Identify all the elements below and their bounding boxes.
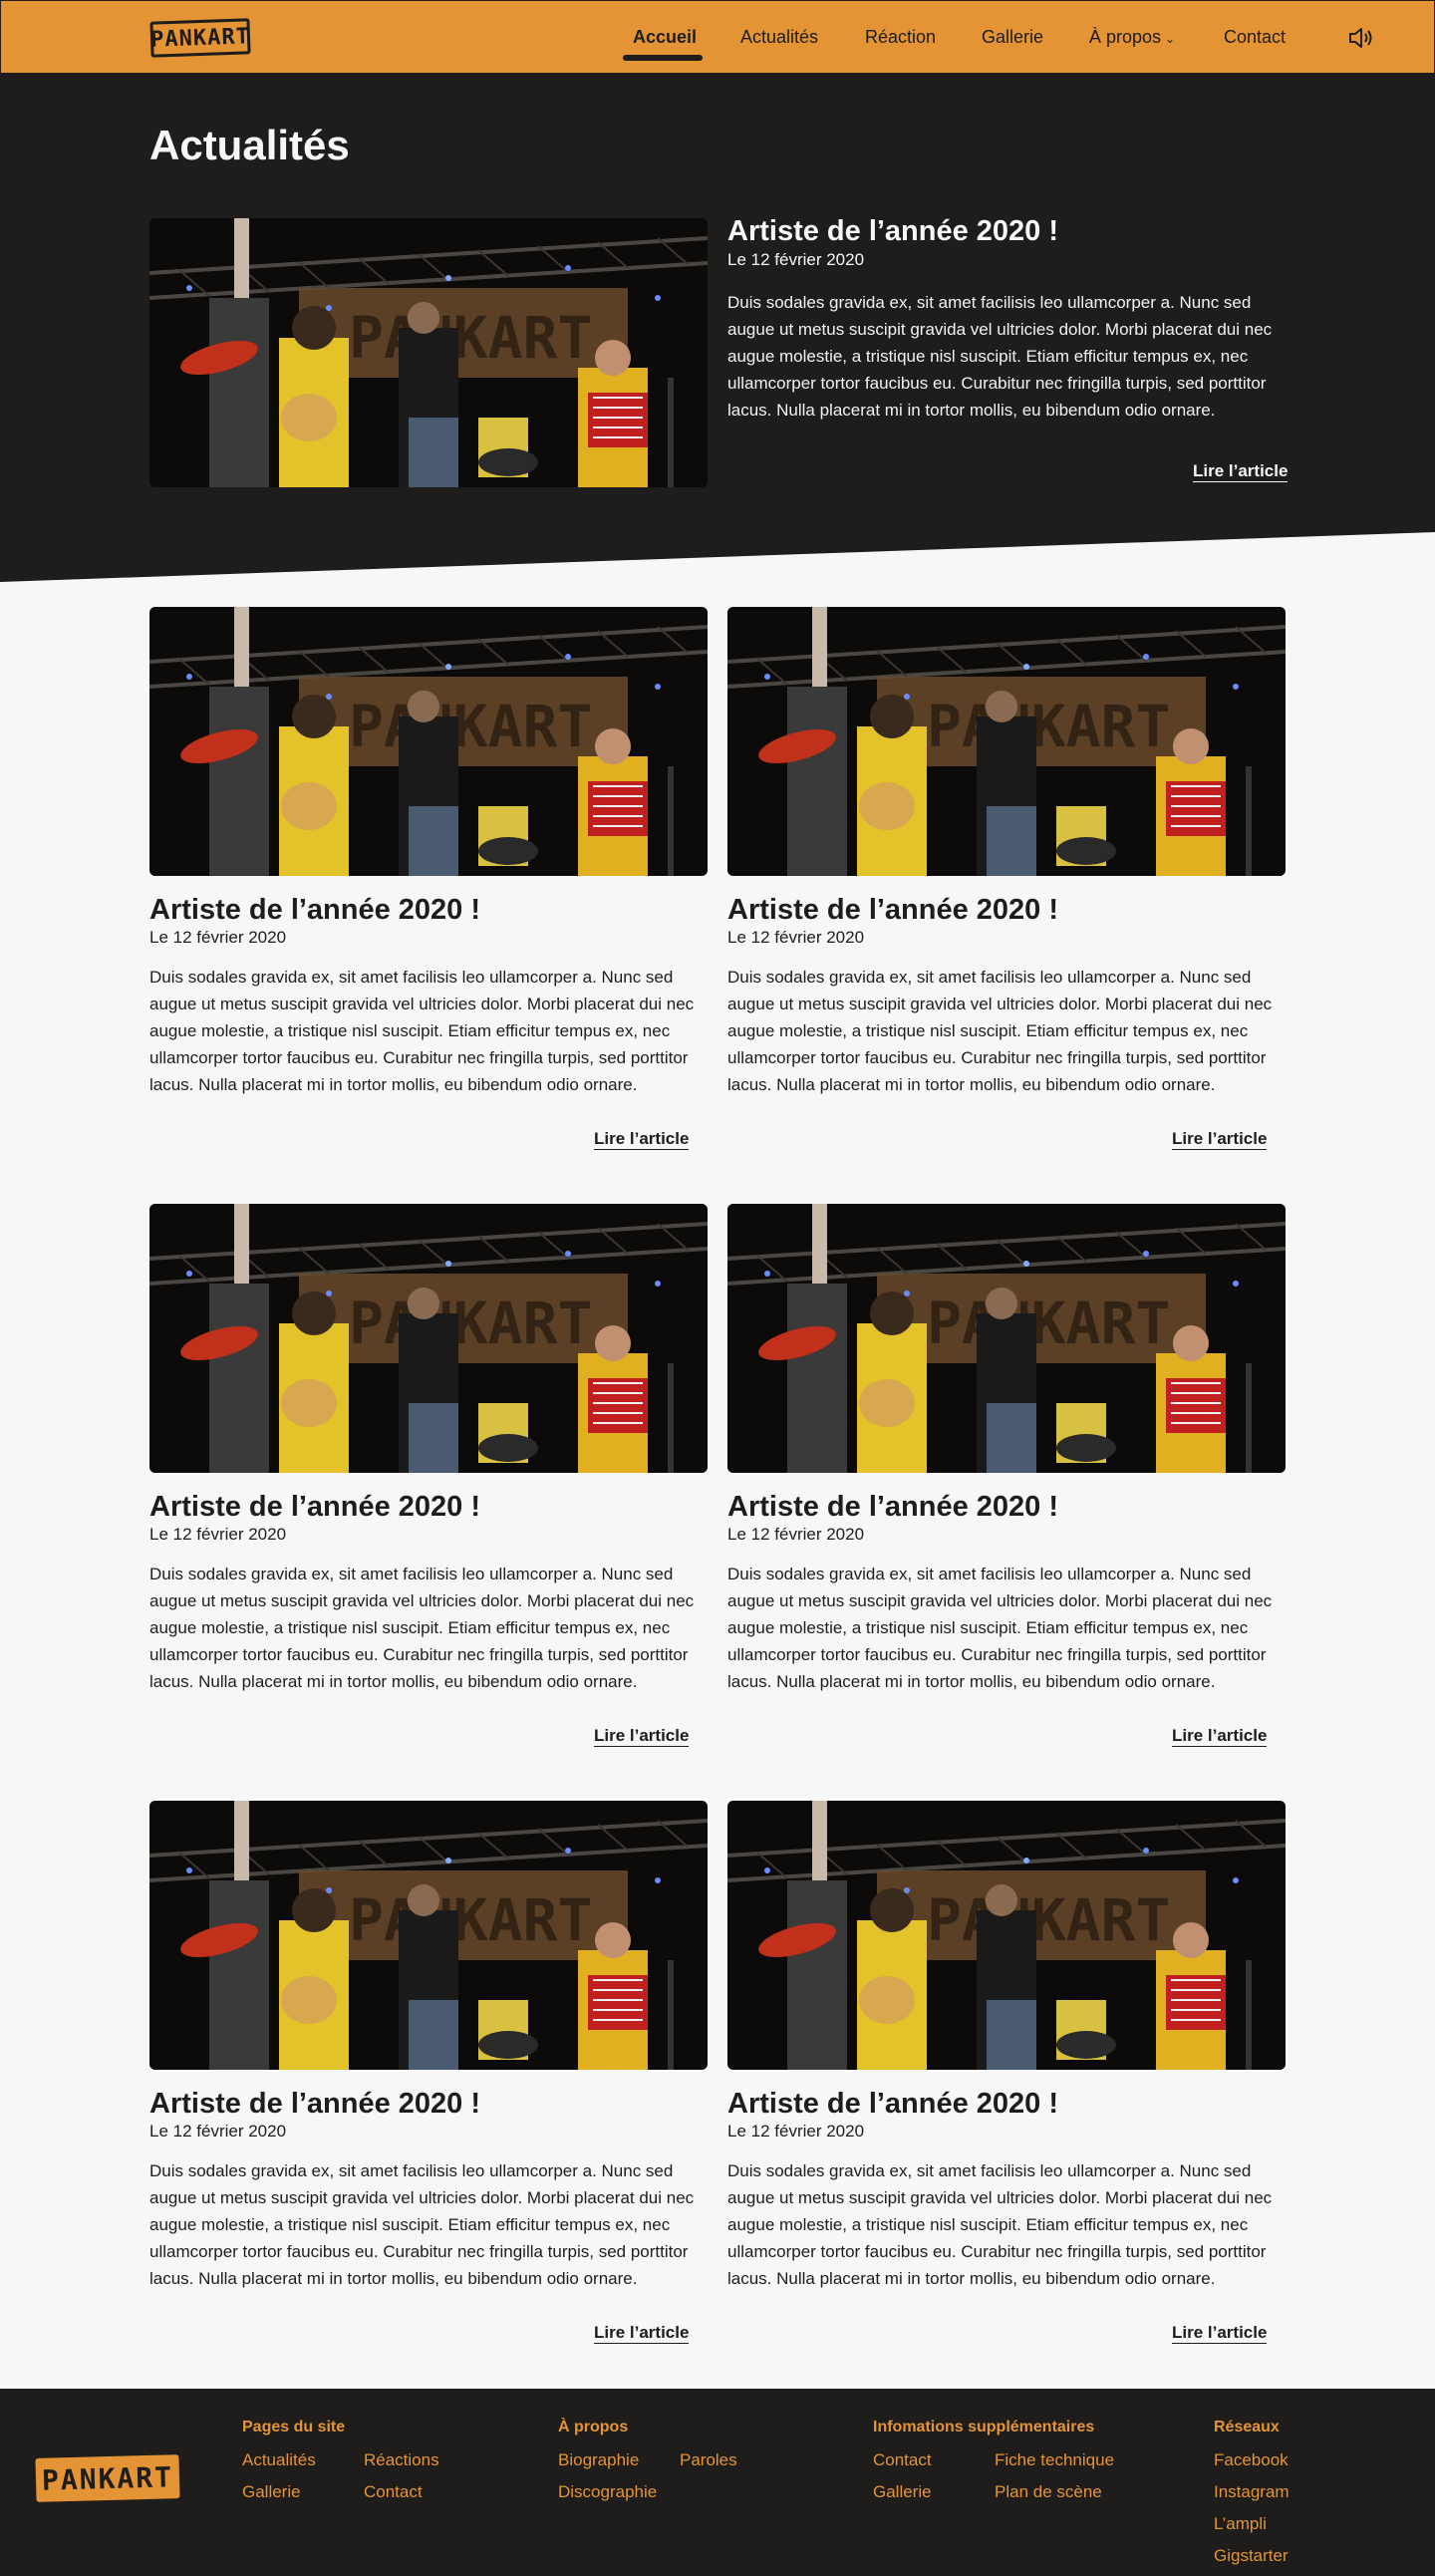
article-date: Le 12 février 2020 [727, 928, 865, 947]
article-date: Le 12 février 2020 [727, 1525, 865, 1544]
article-title: Artiste de l’année 2020 ! [149, 2088, 481, 2120]
concert-photo: PANKART [727, 607, 1286, 876]
article-image[interactable]: PANKART [727, 607, 1286, 876]
footer-heading-reseaux: Réseaux [1214, 2419, 1280, 2435]
article-read-link[interactable]: Lire l’article [594, 1726, 690, 1747]
page-title: Actualités [149, 122, 350, 168]
feature-date: Le 12 février 2020 [727, 250, 865, 269]
concert-photo: PANKART [149, 607, 708, 876]
footer-link-lampli[interactable]: L’ampli [1214, 2514, 1267, 2534]
nav-a-propos-label: À propos [1089, 27, 1162, 47]
footer-logo[interactable]: PANKART [35, 2454, 180, 2502]
concert-photo: PANKART [727, 1801, 1286, 2070]
footer-link-biographie[interactable]: Biographie [558, 2450, 639, 2470]
nav-reaction[interactable]: Réaction [865, 27, 936, 48]
footer-link-contact-info[interactable]: Contact [873, 2450, 932, 2470]
feature-read-link[interactable]: Lire l’article [1193, 461, 1289, 482]
article-date: Le 12 février 2020 [149, 928, 287, 947]
concert-photo: PANKART [149, 1204, 708, 1473]
article-read-link[interactable]: Lire l’article [594, 2323, 690, 2344]
article-body: Duis sodales gravida ex, sit amet facili… [149, 2161, 695, 2288]
svg-text:PANKART: PANKART [349, 1886, 592, 1954]
footer-link-plan-de-scene[interactable]: Plan de scène [995, 2482, 1102, 2502]
article-body: Duis sodales gravida ex, sit amet facili… [149, 968, 695, 1094]
article-title: Artiste de l’année 2020 ! [149, 1491, 481, 1523]
svg-text:PANKART: PANKART [349, 1289, 592, 1357]
article-date: Le 12 février 2020 [149, 1525, 287, 1544]
article-title: Artiste de l’année 2020 ! [727, 2088, 1059, 2120]
svg-text:PANKART: PANKART [349, 693, 592, 760]
svg-text:PANKART: PANKART [927, 1289, 1170, 1357]
footer-link-reactions[interactable]: Réactions [364, 2450, 439, 2470]
article-read-link[interactable]: Lire l’article [1172, 2323, 1268, 2344]
nav-accueil[interactable]: Accueil [633, 27, 697, 48]
article-image[interactable]: PANKART [149, 607, 708, 876]
article-body: Duis sodales gravida ex, sit amet facili… [149, 1565, 695, 1691]
svg-text:PANKART: PANKART [927, 693, 1170, 760]
nav-contact[interactable]: Contact [1224, 27, 1286, 48]
svg-text:PANKART: PANKART [927, 1886, 1170, 1954]
chevron-down-icon: ⌄ [1165, 32, 1176, 46]
feature-image[interactable]: PANKART [149, 218, 708, 487]
footer-link-gallerie[interactable]: Gallerie [242, 2482, 301, 2502]
nav-a-propos[interactable]: À propos ⌄ [1089, 27, 1175, 48]
footer-heading-infos: Infomations supplémentaires [873, 2419, 1095, 2435]
footer-heading-pages: Pages du site [242, 2419, 346, 2435]
concert-photo: PANKART [149, 218, 708, 487]
article-image[interactable]: PANKART [149, 1801, 708, 2070]
article-read-link[interactable]: Lire l’article [1172, 1726, 1268, 1747]
article-image[interactable]: PANKART [727, 1801, 1286, 2070]
article-read-link[interactable]: Lire l’article [1172, 1129, 1268, 1150]
article-title: Artiste de l’année 2020 ! [727, 1491, 1059, 1523]
nav-gallerie[interactable]: Gallerie [982, 27, 1043, 48]
footer-link-contact[interactable]: Contact [364, 2482, 423, 2502]
site-header: PANKART Accueil Actualités Réaction Gall… [0, 0, 1435, 74]
article-title: Artiste de l’année 2020 ! [149, 894, 481, 926]
site-logo[interactable]: PANKART [149, 18, 251, 58]
footer-link-paroles[interactable]: Paroles [680, 2450, 737, 2470]
article-date: Le 12 février 2020 [149, 2122, 287, 2141]
concert-photo: PANKART [149, 1801, 708, 2070]
footer-link-gigstarter[interactable]: Gigstarter [1214, 2546, 1289, 2566]
article-image[interactable]: PANKART [149, 1204, 708, 1473]
footer-link-facebook[interactable]: Facebook [1214, 2450, 1289, 2470]
speaker-icon[interactable] [1346, 23, 1376, 53]
article-body: Duis sodales gravida ex, sit amet facili… [727, 1565, 1273, 1691]
article-body: Duis sodales gravida ex, sit amet facili… [727, 968, 1273, 1094]
article-date: Le 12 février 2020 [727, 2122, 865, 2141]
footer-link-discographie[interactable]: Discographie [558, 2482, 657, 2502]
concert-photo: PANKART [727, 1204, 1286, 1473]
footer-link-actualites[interactable]: Actualités [242, 2450, 316, 2470]
nav-active-underline [623, 55, 703, 61]
feature-body: Duis sodales gravida ex, sit amet facili… [727, 293, 1273, 420]
nav-actualites[interactable]: Actualités [740, 27, 818, 48]
footer-heading-a-propos: À propos [558, 2419, 629, 2435]
footer-link-gallerie-info[interactable]: Gallerie [873, 2482, 932, 2502]
footer-link-fiche-technique[interactable]: Fiche technique [995, 2450, 1114, 2470]
svg-text:PANKART: PANKART [349, 304, 592, 372]
article-read-link[interactable]: Lire l’article [594, 1129, 690, 1150]
footer-link-instagram[interactable]: Instagram [1214, 2482, 1290, 2502]
site-footer: PANKART Pages du site Actualités Réactio… [0, 2389, 1435, 2576]
article-body: Duis sodales gravida ex, sit amet facili… [727, 2161, 1273, 2288]
feature-title: Artiste de l’année 2020 ! [727, 215, 1059, 247]
article-title: Artiste de l’année 2020 ! [727, 894, 1059, 926]
article-image[interactable]: PANKART [727, 1204, 1286, 1473]
